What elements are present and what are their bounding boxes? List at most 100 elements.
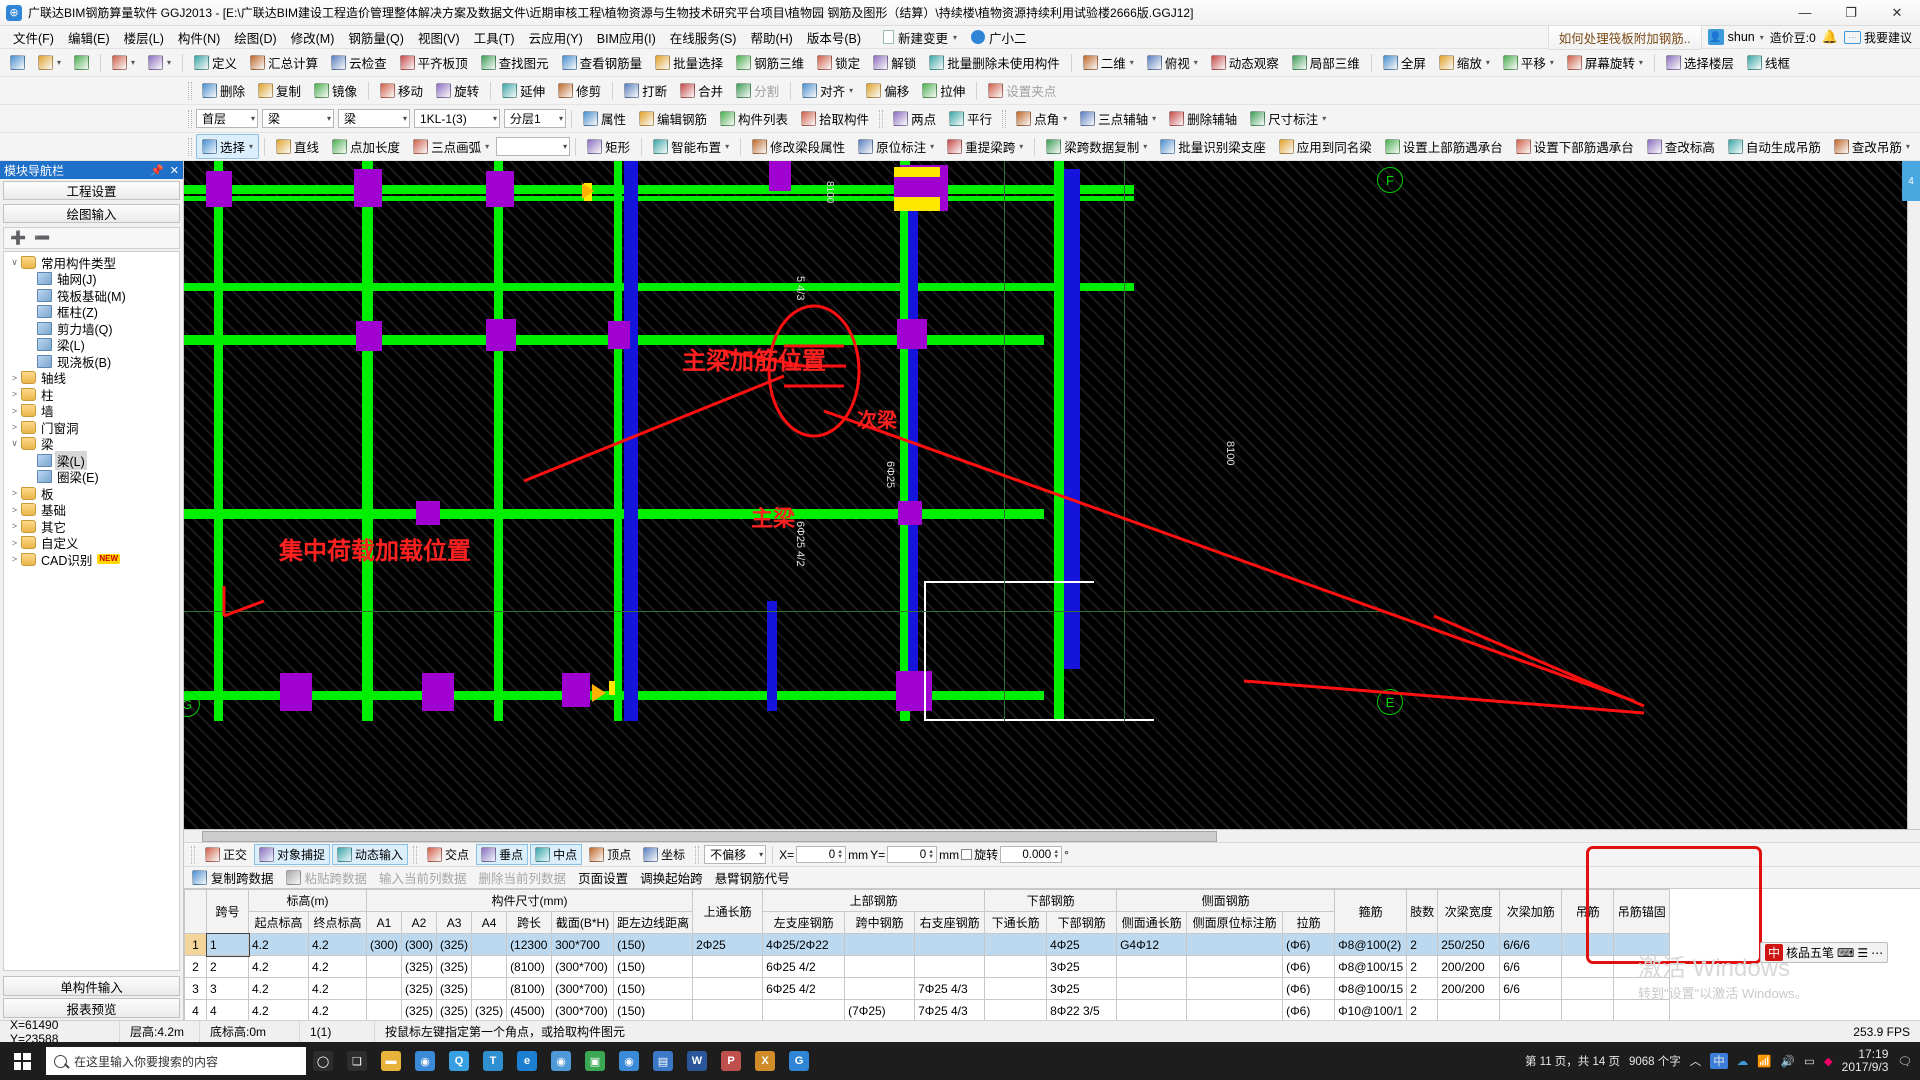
table-column-header[interactable]: 下通长筋 <box>984 911 1048 934</box>
table-cell[interactable]: 200/200 <box>1437 977 1501 1000</box>
batch-select-button[interactable]: 批量选择 <box>649 50 729 75</box>
edit-beam-segment-button[interactable]: 修改梁段属性 <box>746 134 851 159</box>
menu-component[interactable]: 构件(N) <box>171 25 227 50</box>
menu-help[interactable]: 帮助(H) <box>743 25 799 50</box>
table-cell[interactable]: (Φ6) <box>1282 933 1336 956</box>
check-elevation-button[interactable]: 查改标高 <box>1641 134 1721 159</box>
table-row[interactable]: 1 1 4.2 4.2 (300) (300) (325) (12300 300*700 (150… <box>184 932 1671 957</box>
table-cell[interactable]: 6/6/6 <box>1499 933 1563 956</box>
chevron-down-icon[interactable]: ▾ <box>725 142 729 151</box>
chevron-right-icon[interactable]: > <box>8 521 21 531</box>
tree-item-16[interactable]: > 其它 <box>4 518 179 535</box>
span-toolbar-item-5[interactable]: 调换起始跨 <box>640 868 703 887</box>
chrome-icon[interactable]: ◉ <box>408 1042 442 1080</box>
table-cell[interactable]: 2 <box>1406 933 1439 956</box>
table-cell[interactable] <box>1186 977 1284 1000</box>
onedrive-icon[interactable]: ☁ <box>1737 1054 1749 1068</box>
auto-hanger-button[interactable]: 自动生成吊筋 <box>1722 134 1827 159</box>
minimize-button[interactable]: — <box>1782 0 1828 26</box>
tree-item-12[interactable]: 梁(L) <box>4 450 179 470</box>
close-button[interactable]: ✕ <box>1874 0 1920 26</box>
chevron-down-icon[interactable]: ▾ <box>1550 58 1554 67</box>
table-column-header[interactable]: 下部钢筋 <box>1046 911 1118 934</box>
table-column-header[interactable]: 距左边线距离 <box>613 911 694 934</box>
pan-button[interactable]: 平移 ▾ <box>1497 50 1560 75</box>
chevron-down-icon[interactable]: ▾ <box>553 114 563 123</box>
table-cell[interactable]: (325) <box>401 999 438 1020</box>
menu-floor[interactable]: 楼层(L) <box>117 25 171 50</box>
menu-file[interactable]: 文件(F) <box>6 25 61 50</box>
network-icon[interactable]: 📶 <box>1757 1054 1771 1068</box>
line-button[interactable]: 直线 <box>270 134 325 159</box>
table-cell[interactable] <box>471 933 508 956</box>
table-cell[interactable] <box>914 955 986 978</box>
floor-select[interactable]: 首层 ▾ <box>196 109 258 128</box>
menu-bim[interactable]: BIM应用(I) <box>590 25 663 50</box>
move-button[interactable]: 移动 <box>374 78 429 103</box>
tree-item-13[interactable]: 圈梁(E) <box>4 469 179 485</box>
start-button[interactable] <box>0 1042 44 1080</box>
table-cell[interactable]: (150) <box>613 977 694 1000</box>
bottom-rebar-cap-button[interactable]: 设置下部筋遇承台 <box>1510 134 1640 159</box>
mirror-button[interactable]: 镜像 <box>308 78 363 103</box>
tree-item-14[interactable]: > 板 <box>4 485 179 502</box>
table-column-header[interactable]: 跨长 <box>506 911 553 934</box>
tree-item-6[interactable]: 现浇板(B) <box>4 353 179 370</box>
tree-item-0[interactable]: ∨ 常用构件类型 <box>4 254 179 271</box>
table-cell[interactable] <box>762 999 846 1020</box>
table-column-header[interactable]: A2 <box>401 911 438 934</box>
chevron-down-icon[interactable]: ▾ <box>1130 58 1134 67</box>
screen-rotate-button[interactable]: 屏幕旋转 ▾ <box>1561 50 1649 75</box>
ggj-icon[interactable]: G <box>782 1042 816 1080</box>
stretch-button[interactable]: 拉伸 <box>916 78 971 103</box>
table-cell[interactable]: 3Φ25 <box>1046 977 1118 1000</box>
menu-modify[interactable]: 修改(M) <box>284 25 342 50</box>
chevron-down-icon[interactable]: ▾ <box>1152 114 1156 123</box>
close-icon[interactable]: ✕ <box>170 164 179 177</box>
component-name-select[interactable]: 1KL-1(3) ▾ <box>414 109 500 128</box>
component-list-button[interactable]: 构件列表 <box>714 106 794 131</box>
view-rebar-button[interactable]: 查看钢筋量 <box>556 50 649 75</box>
new-change-button[interactable]: 新建变更 ▾ <box>876 25 964 50</box>
table-cell[interactable] <box>984 999 1048 1020</box>
table-cell[interactable]: (8100) <box>506 977 553 1000</box>
table-cell[interactable] <box>692 999 764 1020</box>
point-length-button[interactable]: 点加长度 <box>326 134 406 159</box>
tree-item-11[interactable]: ∨ 梁 <box>4 436 179 452</box>
table-cell[interactable] <box>692 955 764 978</box>
new-file-button[interactable] <box>4 52 31 73</box>
table-cell[interactable] <box>471 955 508 978</box>
menu-view[interactable]: 视图(V) <box>411 25 467 50</box>
table-row[interactable]: 2 2 4.2 4.2 (325) (325) (8100) (300*700) (150) 6Φ… <box>184 955 1671 978</box>
y-input[interactable]: 0 ▲ ▼ <box>887 846 938 863</box>
table-cell[interactable]: 3Φ25 <box>1046 955 1118 978</box>
edit-rebar-button[interactable]: 编辑钢筋 <box>633 106 713 131</box>
table-cell[interactable]: 2Φ25 <box>692 933 764 956</box>
snap-midpoint[interactable]: 中点 <box>530 844 583 865</box>
chevron-down-icon[interactable]: ▾ <box>1019 142 1023 151</box>
pin-icon[interactable]: 📌 <box>150 164 164 177</box>
single-component-input-button[interactable]: 单构件输入 <box>3 976 180 996</box>
table-cell[interactable]: G4Φ12 <box>1116 933 1188 956</box>
project-settings-button[interactable]: 工程设置 <box>3 181 180 200</box>
table-cell[interactable]: Φ8@100/15 <box>1334 955 1408 978</box>
table-cell[interactable]: (325) <box>436 977 473 1000</box>
2d-button[interactable]: 二维 ▾ <box>1077 50 1140 75</box>
mode-dynamic-input[interactable]: 动态输入 <box>332 844 409 865</box>
table-column-header[interactable]: A1 <box>365 911 403 934</box>
cortana-icon[interactable]: ◯ <box>306 1042 340 1080</box>
menu-cloud[interactable]: 云应用(Y) <box>522 25 590 50</box>
table-cell[interactable] <box>1116 977 1188 1000</box>
span-toolbar-item-6[interactable]: 悬臂钢筋代号 <box>715 868 790 887</box>
chevron-down-icon[interactable]: ▾ <box>557 142 567 151</box>
pick-component-button[interactable]: 拾取构件 <box>795 106 875 131</box>
menu-edit[interactable]: 编辑(E) <box>61 25 117 50</box>
snap-coordinate[interactable]: 坐标 <box>638 844 690 865</box>
chevron-down-icon[interactable]: ∨ <box>8 257 21 268</box>
save-button[interactable] <box>68 52 95 73</box>
chevron-down-icon[interactable]: ▾ <box>1906 142 1910 151</box>
table-cell[interactable]: (150) <box>613 933 694 956</box>
offset-button[interactable]: 偏移 <box>860 78 915 103</box>
table-cell[interactable] <box>1186 955 1284 978</box>
menu-online-service[interactable]: 在线服务(S) <box>663 25 744 50</box>
